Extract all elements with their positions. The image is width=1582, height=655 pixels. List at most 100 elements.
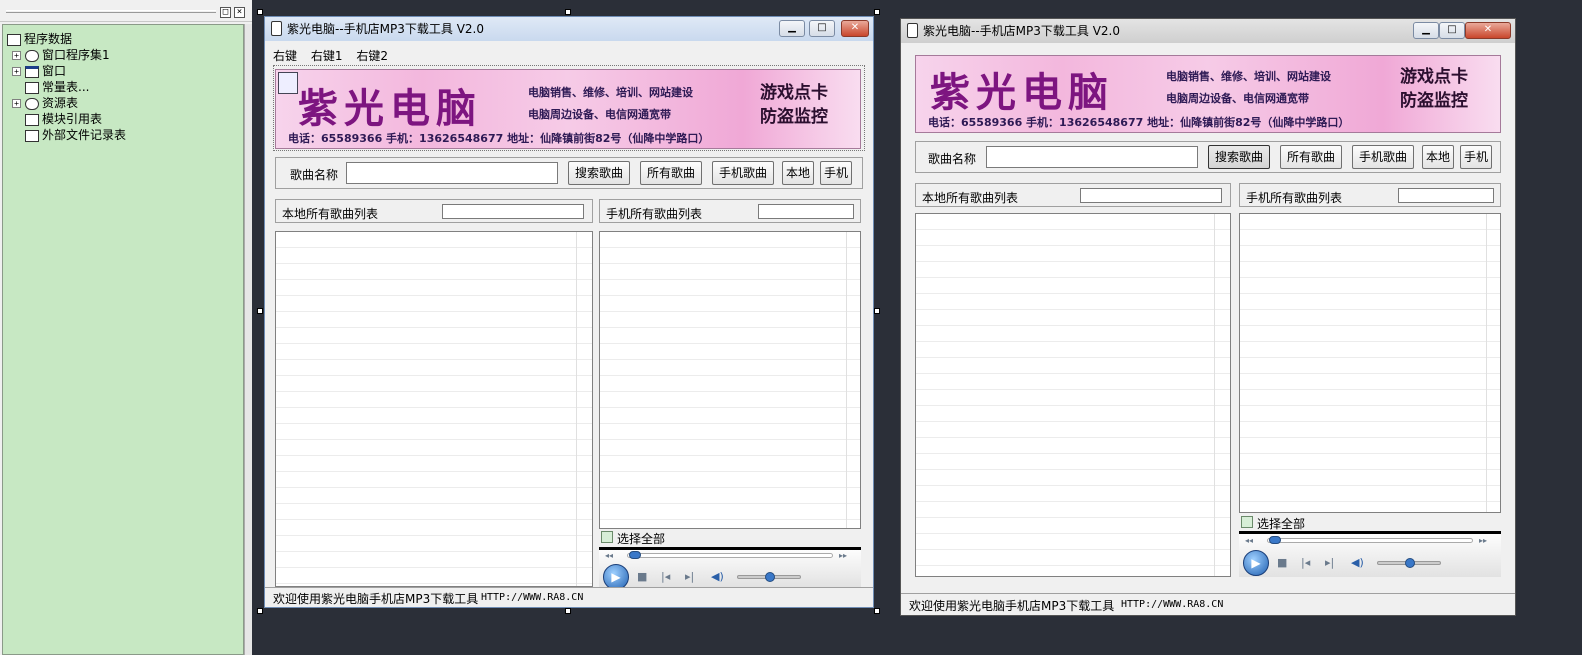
song-name-input[interactable] [346, 162, 558, 184]
maximize-button[interactable]: □ [1439, 22, 1465, 39]
resize-handle[interactable] [565, 9, 571, 15]
close-button[interactable]: ✕ [841, 20, 869, 37]
window-title: 紫光电脑--手机店MP3下载工具 V2.0 [287, 22, 484, 36]
tree-item-modules[interactable]: 模块引用表 [25, 111, 102, 127]
next-icon[interactable]: ▸| [1325, 556, 1334, 569]
media-player: ◂◂ ▸▸ ▶ ■ |◂ ▸| ◀) [1239, 531, 1501, 577]
phone-songs-button[interactable]: 手机歌曲 [1352, 145, 1414, 169]
stop-icon[interactable]: ■ [637, 570, 647, 583]
banner-image: 紫光电脑 电脑销售、维修、培训、网站建设 电脑周边设备、电信网通宽带 游戏点卡 … [915, 55, 1501, 133]
play-icon[interactable]: ▶ [1243, 550, 1269, 576]
volume-icon[interactable]: ◀) [1351, 556, 1364, 569]
minimize-button[interactable]: ▁ [1413, 22, 1439, 39]
project-tree: 程序数据 + 窗口程序集1 + 窗口 常量表... + 资源表 模块引用表 外部文件记… [2, 24, 244, 655]
status-bar: 欢迎使用紫光电脑手机店MP3下载工具 HTTP://WWW.RA8.CN [265, 587, 873, 607]
rewind-icon[interactable]: ◂◂ [1245, 536, 1253, 545]
stop-icon[interactable]: ■ [1277, 556, 1287, 569]
preview-titlebar[interactable]: 紫光电脑--手机店MP3下载工具 V2.0 ▁ □ ✕ [901, 19, 1515, 43]
seek-knob[interactable] [1269, 536, 1281, 544]
tree-item-constants[interactable]: 常量表... [25, 79, 89, 95]
previous-icon[interactable]: |◂ [661, 570, 670, 583]
banner-devices: 电脑周边设备、电信网通宽带 [1166, 92, 1309, 105]
search-songs-button[interactable]: 搜索歌曲 [568, 161, 630, 185]
previous-icon[interactable]: |◂ [1301, 556, 1310, 569]
expand-icon[interactable]: + [12, 51, 21, 60]
status-url[interactable]: HTTP://WWW.RA8.CN [1121, 599, 1223, 610]
forward-icon[interactable]: ▸▸ [1479, 536, 1487, 545]
seek-knob[interactable] [629, 551, 641, 559]
song-name-input[interactable] [986, 146, 1198, 168]
media-player: ◂◂ ▸▸ ▶ ■ |◂ ▸| ◀) [599, 547, 861, 590]
banner-contact: 电话：65589366 手机：13626548677 地址：仙降镇前街82号（仙… [288, 132, 710, 145]
phone-song-list[interactable] [1239, 213, 1501, 513]
status-welcome: 欢迎使用紫光电脑手机店MP3下载工具 [273, 592, 479, 606]
tree-item-external-files[interactable]: 外部文件记录表 [25, 127, 126, 143]
next-icon[interactable]: ▸| [685, 570, 694, 583]
resize-handle[interactable] [257, 308, 263, 314]
search-songs-button[interactable]: 搜索歌曲 [1208, 145, 1270, 169]
tree-item-window[interactable]: + 窗口 [12, 63, 66, 79]
all-songs-button[interactable]: 所有歌曲 [1280, 145, 1342, 169]
module-icon [25, 113, 39, 126]
menu-item-rightkey[interactable]: 右键 [273, 49, 297, 63]
mobile-button[interactable]: 手机 [1460, 145, 1492, 169]
pin-icon[interactable]: □ [220, 7, 231, 18]
phone-list-header: 手机所有歌曲列表 [1239, 183, 1501, 207]
tree-item-resources[interactable]: + 资源表 [12, 95, 78, 111]
window-icon [25, 65, 39, 78]
phone-count-field[interactable] [1398, 188, 1494, 203]
resize-handle[interactable] [257, 9, 263, 15]
panel-splitter[interactable] [244, 24, 252, 655]
resize-handle[interactable] [874, 308, 880, 314]
panel-grip[interactable] [6, 10, 216, 13]
tree-item-label: 窗口程序集1 [42, 48, 110, 62]
design-titlebar[interactable]: 紫光电脑--手机店MP3下载工具 V2.0 ▁ □ ✕ [265, 17, 873, 41]
select-all-checkbox[interactable] [1241, 516, 1253, 528]
project-tree-panel: □ × 程序数据 + 窗口程序集1 + 窗口 常量表... + 资源表 模块引用表 外… [0, 0, 252, 655]
local-count-field[interactable] [1080, 188, 1222, 203]
rewind-icon[interactable]: ◂◂ [605, 551, 613, 560]
expand-icon[interactable]: + [12, 99, 21, 108]
status-url[interactable]: HTTP://WWW.RA8.CN [481, 592, 583, 603]
menu-item-rightkey1[interactable]: 右键1 [311, 49, 343, 63]
local-list-title: 本地所有歌曲列表 [922, 191, 1019, 205]
resize-handle[interactable] [874, 9, 880, 15]
select-all-checkbox[interactable] [601, 531, 613, 543]
forward-icon[interactable]: ▸▸ [839, 551, 847, 560]
banner-security: 防盗监控 [760, 107, 828, 127]
app-icon [907, 23, 918, 38]
resize-handle[interactable] [874, 608, 880, 614]
phone-songs-button[interactable]: 手机歌曲 [712, 161, 774, 185]
volume-knob[interactable] [765, 572, 775, 582]
local-song-list[interactable] [915, 213, 1231, 577]
phone-song-list[interactable] [599, 231, 861, 529]
search-bar: 歌曲名称 搜索歌曲 所有歌曲 手机歌曲 本地 手机 [275, 157, 863, 189]
volume-knob[interactable] [1405, 558, 1415, 568]
local-button[interactable]: 本地 [782, 161, 814, 185]
local-song-list[interactable] [275, 231, 593, 587]
volume-icon[interactable]: ◀) [711, 570, 724, 583]
local-count-field[interactable] [442, 204, 584, 219]
seek-bar[interactable] [627, 553, 833, 558]
mobile-button[interactable]: 手机 [820, 161, 852, 185]
all-songs-button[interactable]: 所有歌曲 [640, 161, 702, 185]
tree-root[interactable]: 程序数据 [7, 31, 72, 47]
menu-item-rightkey2[interactable]: 右键2 [356, 49, 388, 63]
constants-icon [25, 81, 39, 94]
tree-item-assembly[interactable]: + 窗口程序集1 [12, 47, 110, 63]
tree-item-label: 资源表 [42, 96, 79, 110]
close-button[interactable]: ✕ [1465, 22, 1511, 39]
minimize-button[interactable]: ▁ [779, 20, 805, 37]
preview-window: 紫光电脑--手机店MP3下载工具 V2.0 ▁ □ ✕ 紫光电脑 电脑销售、维修… [900, 18, 1516, 616]
status-bar: 欢迎使用紫光电脑手机店MP3下载工具 HTTP://WWW.RA8.CN [901, 593, 1515, 615]
seek-bar[interactable] [1267, 538, 1473, 543]
expand-icon[interactable]: + [12, 67, 21, 76]
local-button[interactable]: 本地 [1422, 145, 1454, 169]
resize-handle[interactable] [565, 608, 571, 614]
banner-games: 游戏点卡 [760, 83, 828, 103]
phone-count-field[interactable] [758, 204, 854, 219]
image-placeholder-icon [278, 72, 298, 94]
maximize-button[interactable]: □ [809, 20, 835, 37]
resize-handle[interactable] [257, 608, 263, 614]
close-icon[interactable]: × [234, 7, 245, 18]
